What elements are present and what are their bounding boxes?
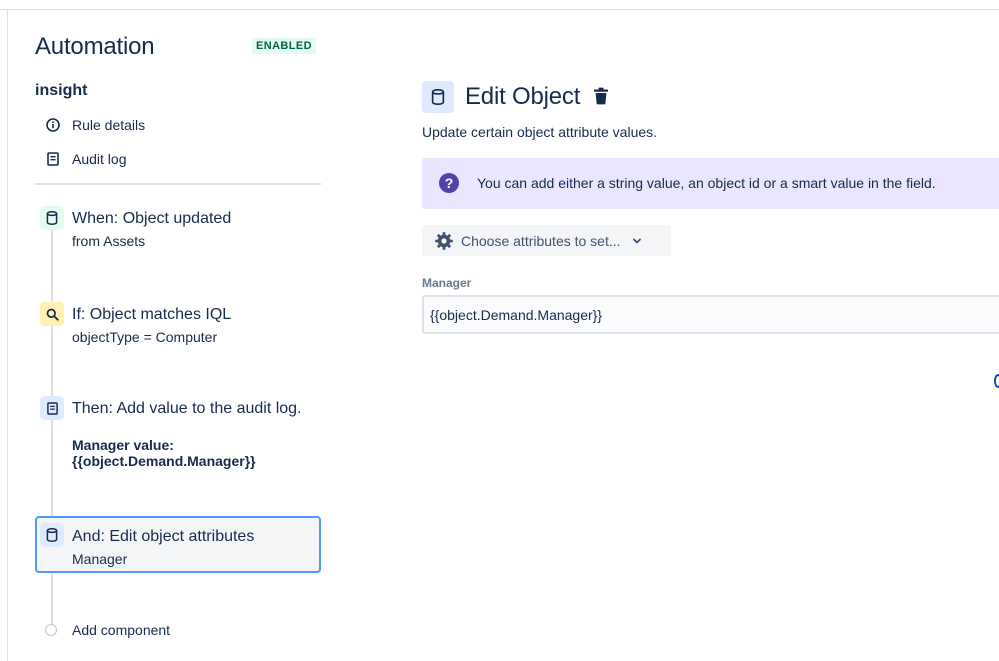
audit-log-icon bbox=[45, 151, 61, 167]
step-action-audit-log[interactable]: Then: Add value to the audit log. Manage… bbox=[35, 389, 321, 479]
choose-attributes-button[interactable]: Choose attributes to set... bbox=[422, 225, 671, 256]
step-action-edit-object-subtitle: Manager bbox=[72, 551, 128, 567]
rule-name: insight bbox=[35, 82, 88, 99]
trash-icon bbox=[593, 87, 609, 105]
step-action-audit-log-title: Then: Add value to the audit log. bbox=[72, 400, 302, 417]
left-border bbox=[7, 10, 8, 661]
step-condition[interactable]: If: Object matches IQL objectType = Comp… bbox=[35, 295, 321, 355]
add-component-button[interactable]: Add component bbox=[45, 622, 170, 638]
info-message: You can add either a string value, an ob… bbox=[477, 175, 936, 191]
add-component-label: Add component bbox=[72, 622, 171, 638]
question-icon: ? bbox=[439, 173, 459, 193]
panel-description: Update certain object attribute values. bbox=[422, 124, 658, 140]
delete-button[interactable] bbox=[591, 86, 611, 106]
step-action-audit-log-subtitle: Manager value: {{object.Demand.Manager}} bbox=[72, 437, 256, 469]
gear-icon bbox=[434, 231, 454, 251]
step-condition-subtitle: objectType = Computer bbox=[72, 329, 218, 345]
search-icon bbox=[40, 302, 64, 326]
nav-rule-details[interactable]: Rule details bbox=[45, 117, 145, 133]
nav-rule-details-label: Rule details bbox=[72, 117, 146, 133]
status-badge: ENABLED bbox=[252, 38, 316, 54]
add-component-dot-icon bbox=[45, 624, 57, 636]
rule-sidebar: Automation ENABLED insight Rule details … bbox=[35, 0, 325, 661]
database-icon bbox=[422, 81, 454, 113]
step-trigger[interactable]: When: Object updated from Assets bbox=[35, 199, 321, 259]
database-icon bbox=[40, 206, 64, 230]
nav-audit-log-label: Audit log bbox=[72, 151, 127, 167]
app-title: Automation bbox=[35, 33, 155, 60]
audit-log-icon bbox=[40, 396, 64, 420]
automation-rule-editor: Automation ENABLED insight Rule details … bbox=[0, 0, 999, 661]
database-icon bbox=[40, 523, 64, 547]
panel-title: Edit Object bbox=[465, 83, 581, 110]
info-icon bbox=[45, 117, 61, 133]
nav-audit-log[interactable]: Audit log bbox=[45, 151, 126, 167]
loading-spinner-icon bbox=[994, 374, 999, 388]
chevron-down-icon bbox=[631, 235, 643, 247]
step-action-edit-object-title: And: Edit object attributes bbox=[72, 528, 255, 545]
step-condition-title: If: Object matches IQL bbox=[72, 306, 232, 323]
manager-field-label: Manager bbox=[422, 276, 472, 290]
choose-attributes-label: Choose attributes to set... bbox=[461, 232, 621, 249]
step-trigger-title: When: Object updated bbox=[72, 210, 232, 227]
sidebar-divider bbox=[35, 183, 321, 185]
step-trigger-subtitle: from Assets bbox=[72, 233, 146, 249]
step-action-edit-object[interactable]: And: Edit object attributes Manager bbox=[35, 516, 321, 573]
component-config-panel: Edit Object Update certain object attrib… bbox=[422, 0, 999, 661]
manager-field-input[interactable] bbox=[422, 295, 999, 334]
info-banner: ? You can add either a string value, an … bbox=[422, 158, 999, 209]
